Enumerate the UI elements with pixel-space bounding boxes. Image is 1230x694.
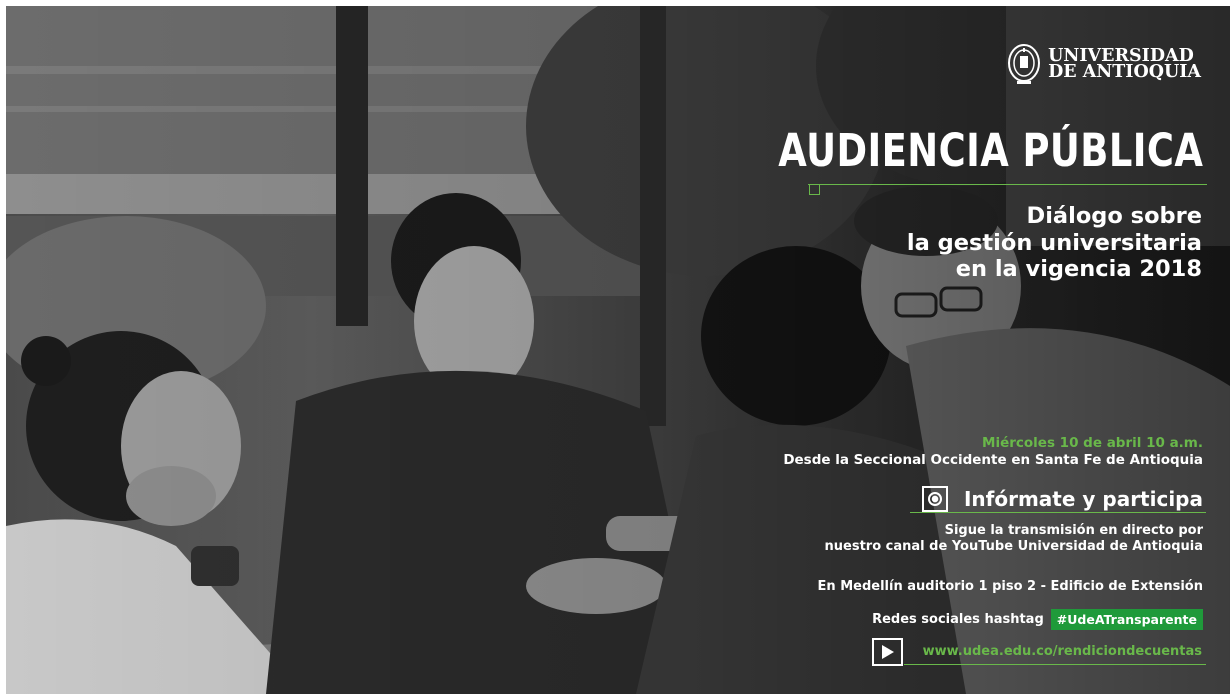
venue-info: En Medellín auditorio 1 piso 2 - Edifici…	[817, 579, 1203, 594]
url-underline	[904, 664, 1206, 665]
event-date: Miércoles 10 de abril 10 a.m.	[982, 435, 1203, 451]
info-heading: Infórmate y participa	[963, 487, 1203, 511]
website-link[interactable]: www.udea.edu.co/rendiciondecuentas	[923, 644, 1202, 659]
info-divider	[910, 512, 1206, 513]
subtitle-line-2: la gestión universitaria	[906, 229, 1202, 256]
stream-info-line-1: Sigue la transmisión en directo por	[944, 523, 1203, 538]
subtitle-line-3: en la vigencia 2018	[955, 256, 1202, 282]
university-seal-icon	[1008, 44, 1041, 84]
event-place: Desde la Seccional Occidente en Santa Fe…	[783, 452, 1203, 468]
stream-info: Sigue la transmisión en directo por nues…	[825, 523, 1203, 555]
stream-info-line-2: nuestro canal de YouTube Universidad de …	[824, 539, 1203, 554]
radio-icon	[921, 486, 948, 512]
university-logo: UNIVERSIDAD DE ANTIOQUIA	[1007, 42, 1201, 86]
title-divider	[808, 184, 1207, 185]
hashtag-badge[interactable]: #UdeATransparente	[1050, 609, 1203, 630]
subtitle: Diálogo sobre la gestión universitaria e…	[907, 203, 1202, 283]
play-icon[interactable]	[872, 638, 903, 666]
banner: UNIVERSIDAD DE ANTIOQUIA AUDIENCIA PÚBLI…	[6, 6, 1230, 694]
social-row: Redes sociales hashtag #UdeATransparente	[872, 609, 1203, 630]
social-label: Redes sociales hashtag	[872, 612, 1044, 627]
info-heading-row: Infórmate y participa	[921, 486, 1203, 512]
logo-line-2: DE ANTIOQUIA	[1048, 62, 1201, 82]
page-title: AUDIENCIA PÚBLICA	[777, 124, 1203, 177]
divider-square	[809, 184, 820, 195]
subtitle-line-1: Diálogo sobre	[1026, 203, 1202, 229]
